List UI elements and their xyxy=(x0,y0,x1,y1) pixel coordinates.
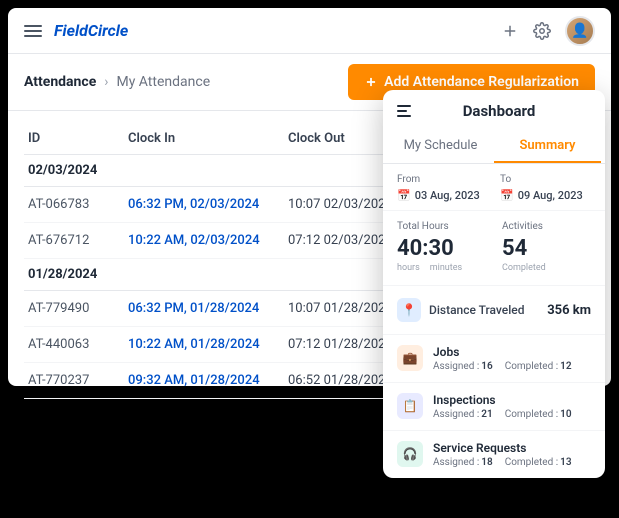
from-value: 03 Aug, 2023 xyxy=(415,189,480,202)
dashboard-tabs: My Schedule Summary xyxy=(383,130,605,164)
distance-label: Distance Traveled xyxy=(429,303,539,317)
cell-id: AT-770237 xyxy=(28,373,128,388)
to-value: 09 Aug, 2023 xyxy=(518,189,583,202)
map-pin-icon: 📍 xyxy=(397,298,421,322)
breadcrumb-root[interactable]: Attendance xyxy=(24,74,96,90)
hours-unit: hours xyxy=(397,263,420,273)
jobs-row[interactable]: 💼 Jobs Assigned :16 Completed :12 xyxy=(383,335,605,383)
headset-icon: 🎧 xyxy=(397,441,423,467)
col-id: ID xyxy=(28,131,128,146)
header-left: FieldCircle xyxy=(24,21,128,40)
distance-value: 356 km xyxy=(547,303,591,318)
cell-id: AT-066783 xyxy=(28,197,128,212)
minutes-unit: minutes xyxy=(430,263,462,273)
activities-sub: Completed xyxy=(502,263,546,273)
cell-id: AT-440063 xyxy=(28,337,128,352)
cell-id: AT-676712 xyxy=(28,233,128,248)
add-button-label: Add Attendance Regularization xyxy=(384,74,579,90)
total-hours-value: 40:30 xyxy=(397,236,486,261)
date-range: From 📅 03 Aug, 2023 To 📅 09 Aug, 2023 xyxy=(383,164,605,211)
hamburger-menu-icon[interactable] xyxy=(24,25,42,37)
tab-summary[interactable]: Summary xyxy=(494,130,601,163)
from-label: From xyxy=(397,174,488,185)
tab-my-schedule[interactable]: My Schedule xyxy=(387,130,494,163)
avatar[interactable]: 👤 xyxy=(565,16,595,46)
cell-clock-in: 06:32 PM, 01/28/2024 xyxy=(128,301,288,316)
inspections-row[interactable]: 📋 Inspections Assigned :21 Completed :10 xyxy=(383,383,605,431)
activities: Activities 54 Completed xyxy=(502,221,591,273)
dashboard-header: Dashboard xyxy=(383,90,605,130)
stats-row: Total Hours 40:30 hours minutes Activitie… xyxy=(383,211,605,286)
logo: FieldCircle xyxy=(54,21,128,40)
header-right: 👤 xyxy=(501,16,595,46)
date-to[interactable]: To 📅 09 Aug, 2023 xyxy=(500,174,591,202)
service-requests-title: Service Requests xyxy=(433,441,591,455)
activities-value: 54 xyxy=(502,236,591,261)
briefcase-icon: 💼 xyxy=(397,345,423,371)
cell-id: AT-779490 xyxy=(28,301,128,316)
activities-label: Activities xyxy=(502,221,591,232)
cell-clock-in: 10:22 AM, 02/03/2024 xyxy=(128,233,288,248)
dashboard-panel: Dashboard My Schedule Summary From 📅 03 A… xyxy=(383,90,605,478)
distance-row: 📍 Distance Traveled 356 km xyxy=(383,286,605,335)
dashboard-title: Dashboard xyxy=(407,102,591,120)
calendar-icon: 📅 xyxy=(500,189,514,202)
service-requests-row[interactable]: 🎧 Service Requests Assigned :18 Complete… xyxy=(383,431,605,478)
date-from[interactable]: From 📅 03 Aug, 2023 xyxy=(397,174,488,202)
to-label: To xyxy=(500,174,591,185)
breadcrumb: Attendance › My Attendance xyxy=(24,74,210,90)
clipboard-icon: 📋 xyxy=(397,393,423,419)
chevron-right-icon: › xyxy=(104,74,108,90)
breadcrumb-current: My Attendance xyxy=(116,74,210,90)
total-hours: Total Hours 40:30 hours minutes xyxy=(397,221,486,273)
top-header: FieldCircle 👤 xyxy=(8,8,611,54)
jobs-title: Jobs xyxy=(433,345,591,359)
gear-icon[interactable] xyxy=(533,22,551,40)
cell-clock-in: 10:22 AM, 01/28/2024 xyxy=(128,337,288,352)
cell-clock-in: 09:32 AM, 01/28/2024 xyxy=(128,373,288,388)
total-hours-label: Total Hours xyxy=(397,221,486,232)
cell-clock-in: 06:32 PM, 02/03/2024 xyxy=(128,197,288,212)
calendar-icon: 📅 xyxy=(397,189,411,202)
col-clock-in: Clock In xyxy=(128,131,288,146)
plus-icon[interactable] xyxy=(501,22,519,40)
inspections-title: Inspections xyxy=(433,393,591,407)
